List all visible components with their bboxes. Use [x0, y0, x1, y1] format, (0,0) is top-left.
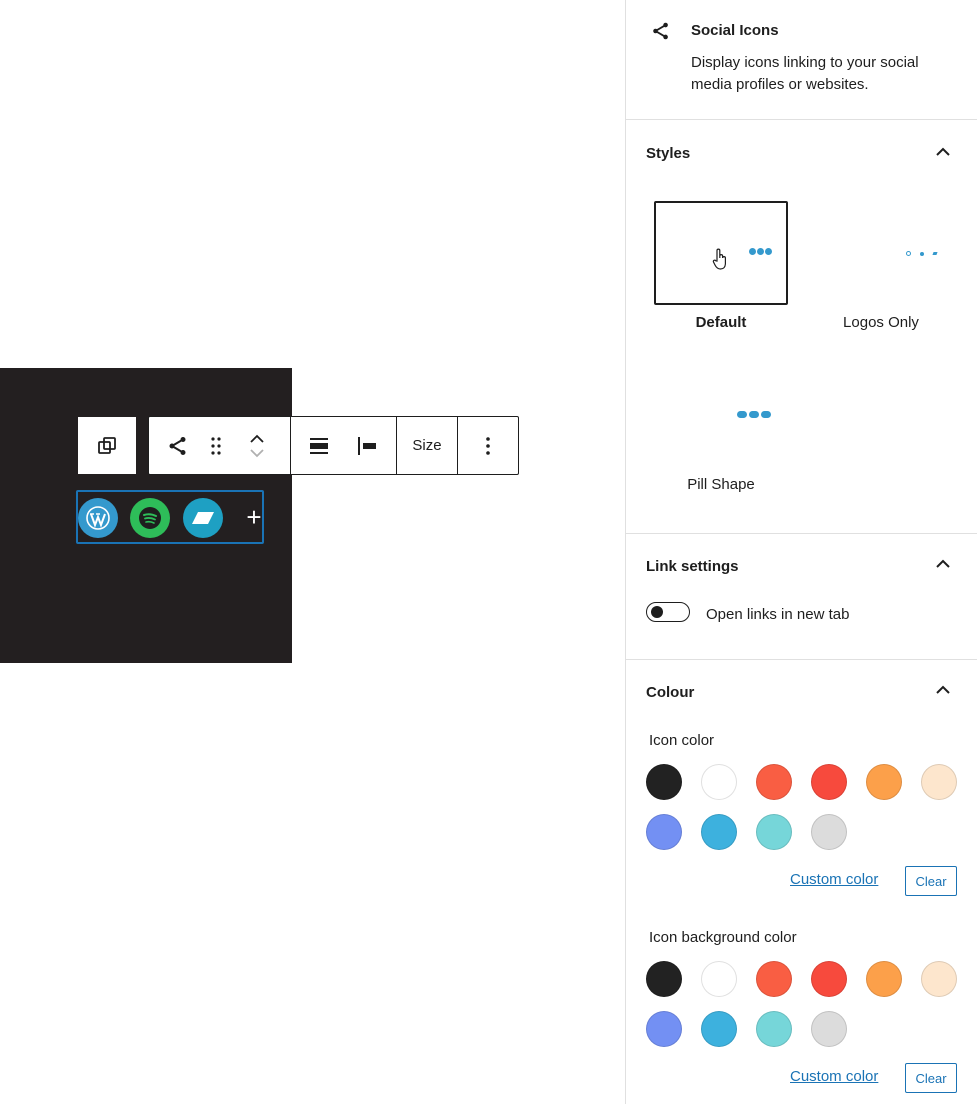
icon-color-swatch[interactable]	[701, 764, 737, 800]
chevron-up-icon[interactable]	[935, 684, 951, 696]
justify-left-icon	[358, 436, 376, 455]
open-new-tab-label: Open links in new tab	[706, 606, 850, 623]
block-options-button[interactable]	[458, 417, 518, 474]
select-parent-button[interactable]	[78, 417, 136, 474]
social-link-wordpress[interactable]	[78, 498, 118, 538]
style-preview-default	[654, 201, 788, 305]
background-color-swatch[interactable]	[646, 1011, 682, 1047]
icon-color-clear-button[interactable]: Clear	[905, 866, 957, 896]
background-color-swatch[interactable]	[701, 1011, 737, 1047]
background-color-swatch[interactable]	[811, 961, 847, 997]
icon-color-swatch[interactable]	[756, 764, 792, 800]
background-custom-color-link[interactable]: Custom color	[790, 1068, 878, 1085]
background-color-swatch[interactable]	[756, 1011, 792, 1047]
style-label-logos-only: Logos Only	[843, 314, 919, 331]
size-label: Size	[412, 437, 442, 454]
toggle-knob	[651, 606, 663, 618]
styles-panel-toggle[interactable]: Styles	[646, 145, 690, 162]
orientation-button[interactable]	[347, 417, 387, 474]
move-down-icon[interactable]	[247, 446, 267, 460]
background-color-swatch[interactable]	[756, 961, 792, 997]
icon-color-swatch[interactable]	[866, 764, 902, 800]
share-icon	[653, 22, 668, 40]
block-description: Display icons linking to your social med…	[691, 54, 919, 93]
chevron-up-icon[interactable]	[935, 146, 951, 158]
social-link-spotify[interactable]	[130, 498, 170, 538]
bandcamp-icon	[192, 512, 214, 524]
icon-color-swatch[interactable]	[811, 814, 847, 850]
open-new-tab-toggle[interactable]	[646, 602, 690, 622]
colour-panel-toggle[interactable]: Colour	[646, 684, 694, 701]
icon-color-swatch[interactable]	[646, 764, 682, 800]
social-icons-block[interactable]: +	[76, 490, 264, 544]
settings-sidebar: Social Icons Display icons linking to yo…	[625, 0, 977, 1104]
move-buttons	[224, 417, 290, 474]
style-preview-pill-shape	[654, 363, 788, 467]
drag-dots-icon	[210, 436, 221, 455]
icon-color-swatch[interactable]	[646, 814, 682, 850]
toolbar-block-controls	[149, 417, 291, 474]
background-color-swatch[interactable]	[701, 961, 737, 997]
style-option-logos-only[interactable]: Logos Only	[814, 201, 948, 331]
select-parent-icon	[98, 436, 116, 454]
styles-panel: Styles Default Logos Only Pill Shape	[626, 120, 977, 534]
block-card: Social Icons Display icons linking to yo…	[626, 0, 977, 120]
justify-center-icon	[310, 437, 328, 454]
background-color-swatch[interactable]	[646, 961, 682, 997]
chevron-up-icon[interactable]	[935, 558, 951, 570]
background-color-swatch[interactable]	[921, 961, 957, 997]
size-button[interactable]: Size	[397, 417, 458, 474]
style-label-default: Default	[695, 314, 747, 331]
style-label-pill-shape: Pill Shape	[687, 476, 755, 493]
icon-color-swatch[interactable]	[811, 764, 847, 800]
link-settings-toggle[interactable]: Link settings	[646, 558, 739, 575]
toolbar-alignment	[291, 417, 397, 474]
icon-background-color-label: Icon background color	[649, 929, 797, 946]
icon-color-swatch[interactable]	[921, 764, 957, 800]
style-preview-logos-only	[814, 201, 948, 305]
colour-panel: Colour Icon color Custom color Clear Ico…	[626, 660, 977, 1104]
block-title: Social Icons	[691, 22, 779, 39]
style-option-default[interactable]: Default	[654, 201, 788, 331]
wordpress-icon	[86, 506, 110, 530]
social-link-bandcamp[interactable]	[183, 498, 223, 538]
background-color-swatch[interactable]	[811, 1011, 847, 1047]
drag-handle[interactable]	[207, 417, 225, 474]
block-type-button[interactable]	[149, 417, 207, 474]
add-social-link-button[interactable]: +	[242, 502, 266, 532]
move-up-icon[interactable]	[247, 432, 267, 446]
icon-custom-color-link[interactable]: Custom color	[790, 871, 878, 888]
editor-canvas: Size +	[0, 0, 625, 1104]
icon-color-label: Icon color	[649, 732, 715, 749]
background-color-clear-button[interactable]: Clear	[905, 1063, 957, 1093]
block-toolbar: Size	[148, 416, 519, 475]
hand-cursor-icon	[712, 248, 726, 270]
icon-color-swatch[interactable]	[701, 814, 737, 850]
share-icon	[169, 436, 186, 455]
icon-color-swatch[interactable]	[756, 814, 792, 850]
background-color-swatch[interactable]	[866, 961, 902, 997]
link-settings-panel: Link settings Open links in new tab	[626, 534, 977, 660]
style-option-pill-shape[interactable]: Pill Shape	[654, 363, 788, 493]
spotify-icon	[139, 507, 161, 529]
justify-button[interactable]	[291, 417, 347, 474]
more-vertical-icon	[486, 436, 490, 455]
